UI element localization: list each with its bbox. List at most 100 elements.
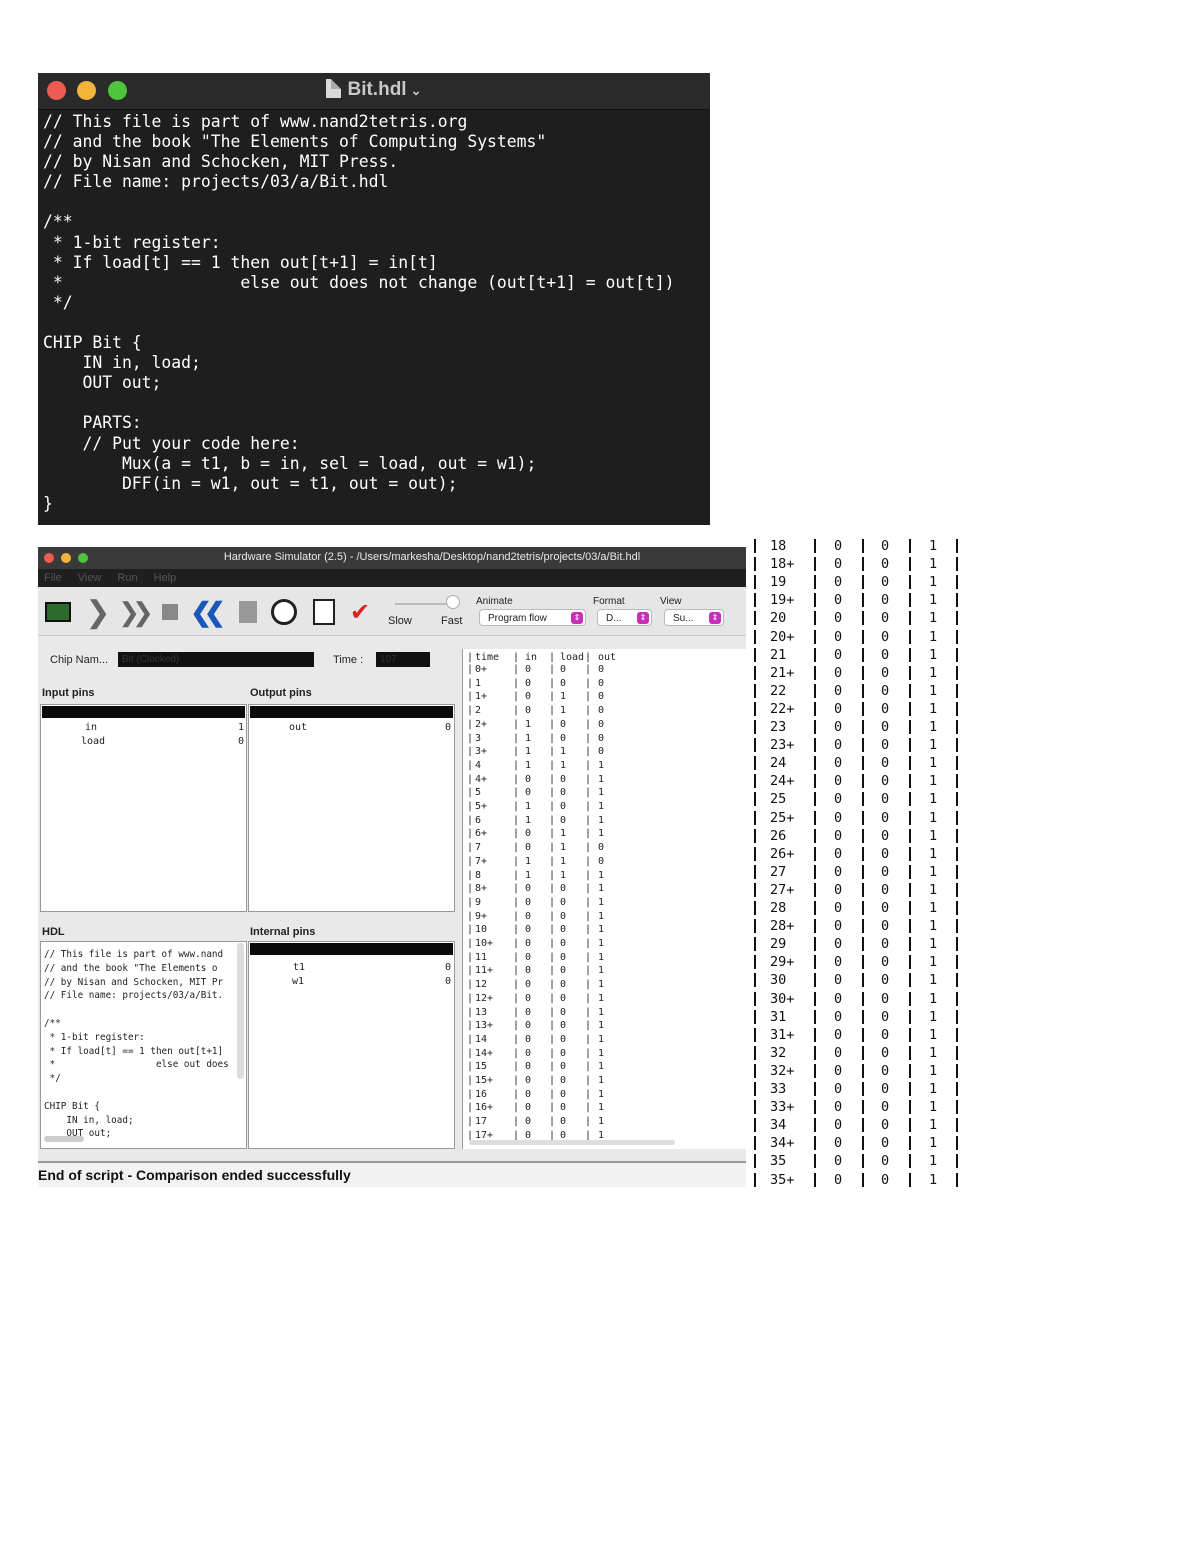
view-value: Su... [673, 613, 694, 624]
pin-value[interactable]: 1 [238, 722, 244, 733]
chevron-updown-icon: ⇕ [709, 612, 721, 624]
column-separator [754, 1100, 756, 1115]
column-separator: | [467, 759, 474, 771]
column-separator [862, 1154, 864, 1169]
table-cell: 0 [560, 992, 567, 1004]
column-separator [909, 539, 911, 553]
column-separator [754, 756, 756, 771]
column-separator: | [513, 1047, 520, 1059]
table-cell: 32+ [770, 1062, 795, 1079]
table-cell: 0 [834, 773, 843, 790]
table-row: 32+ 0 0 1 [752, 1062, 962, 1080]
table-cell: 0 [560, 718, 567, 730]
output-table-hscrollbar[interactable] [469, 1140, 675, 1145]
column-separator [814, 1136, 816, 1151]
table-cell: 0 [881, 845, 890, 862]
column-separator [862, 901, 864, 915]
load-script-button[interactable] [234, 598, 262, 626]
simulator-titlebar: Hardware Simulator (2.5) - /Users/markes… [38, 547, 746, 569]
column-separator: | [585, 1020, 592, 1032]
table-cell: 1 [929, 954, 938, 971]
load-chip-button[interactable] [44, 598, 72, 626]
speed-slider[interactable] [395, 603, 451, 605]
output-pins-panel[interactable]: out 0 [248, 704, 455, 912]
table-row: 23 0 0 1 [752, 718, 962, 736]
input-pins-panel[interactable]: in 1 load 0 [40, 704, 247, 912]
table-cell: 1 [929, 845, 938, 862]
single-step-button[interactable]: ❯ [84, 596, 112, 629]
menu-help[interactable]: Help [154, 569, 177, 587]
column-separator: | [549, 910, 556, 922]
column-separator: | [513, 787, 520, 799]
table-cell: 12 [475, 979, 488, 991]
column-separator [814, 1100, 816, 1115]
column-separator: | [585, 787, 592, 799]
pin-value: 0 [445, 976, 452, 987]
table-cell: 1 [929, 1171, 938, 1188]
column-separator: | [549, 759, 556, 771]
table-cell: 0 [834, 1135, 843, 1152]
column-separator: | [585, 869, 592, 881]
column-separator: | [549, 705, 556, 717]
animate-select[interactable]: Program flow ⇕ [479, 609, 586, 626]
hdl-hscrollbar[interactable] [44, 1136, 84, 1142]
internal-pins-panel[interactable]: t1 0 w1 0 [248, 941, 455, 1149]
column-separator [909, 1172, 911, 1187]
column-separator: | [513, 951, 520, 963]
table-cell: 0 [834, 791, 843, 808]
table-cell: 7 [475, 842, 482, 854]
table-cell: 31+ [770, 1026, 795, 1043]
column-separator [956, 810, 958, 825]
clock-button[interactable] [270, 598, 298, 626]
column-separator: | [513, 938, 520, 949]
column-separator: | [513, 855, 520, 867]
speed-slider-knob[interactable] [446, 595, 460, 609]
column-separator: | [467, 992, 474, 1004]
column-separator [814, 611, 816, 626]
format-select[interactable]: D... ⇕ [597, 609, 652, 626]
table-cell: 1 [598, 883, 605, 895]
column-separator: | [467, 1020, 474, 1032]
table-cell: 0 [881, 646, 890, 663]
table-cell: 1 [525, 855, 532, 867]
table-cell: 0 [881, 1062, 890, 1079]
column-separator: | [585, 732, 592, 744]
column-separator: | [467, 979, 474, 991]
column-separator: | [585, 1061, 592, 1073]
run-button[interactable]: ❯❯ [118, 597, 153, 627]
table-cell: 1 [598, 1116, 605, 1128]
table-cell: 0 [598, 691, 605, 703]
simulator-output-table[interactable]: | | | | time in load out | | | | 0+ 0 0 0 | | | | 1 0 0 0 | | | | 1+… [462, 649, 747, 1149]
table-cell: 22 [770, 682, 787, 699]
menu-view[interactable]: View [78, 569, 102, 587]
table-cell: 0 [834, 646, 843, 663]
editor-title[interactable]: Bit.hdl ⌄ [38, 79, 710, 101]
table-row: 30+ 0 0 1 [752, 990, 962, 1008]
table-cell: 10 [475, 924, 488, 936]
column-separator: | [513, 1116, 520, 1128]
column-separator [814, 1082, 816, 1096]
pin-value[interactable]: 0 [238, 736, 244, 747]
table-cell: 1 [929, 1135, 938, 1152]
reset-button[interactable]: ❮❮ [190, 597, 225, 627]
table-cell: 0 [560, 1116, 567, 1128]
table-cell: 0 [881, 881, 890, 898]
menu-file[interactable]: File [44, 569, 62, 587]
table-cell: 3 [475, 732, 482, 744]
stop-button[interactable] [156, 598, 184, 626]
table-cell: 0 [881, 1044, 890, 1061]
column-separator [814, 955, 816, 970]
table-cell: 0 [525, 883, 532, 895]
hdl-scrollbar[interactable] [237, 943, 244, 1079]
table-row: 31+ 0 0 1 [752, 1026, 962, 1044]
table-cell: 33 [770, 1081, 787, 1097]
breakpoints-button[interactable] [310, 598, 338, 626]
view-select[interactable]: Su... ⇕ [664, 609, 724, 626]
column-separator [814, 756, 816, 771]
column-separator: | [585, 965, 592, 977]
editor-code[interactable]: // This file is part of www.nand2tetris.… [38, 110, 710, 514]
eval-button[interactable]: ✔ [346, 598, 374, 626]
menu-run[interactable]: Run [117, 569, 137, 587]
table-cell: 1 [929, 918, 938, 935]
table-cell: 0 [881, 628, 890, 645]
